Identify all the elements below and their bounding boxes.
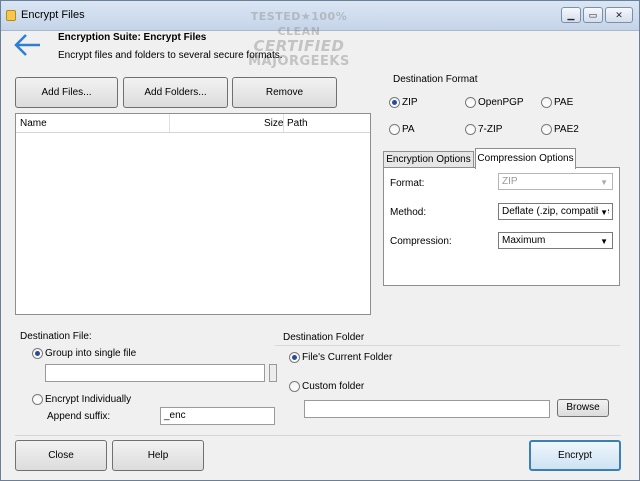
tab-encryption-options[interactable]: Encryption Options [383,151,474,168]
close-button[interactable]: Close [15,440,107,471]
radio-7zip[interactable] [465,124,476,135]
maximize-button[interactable]: ▭ [583,7,603,23]
destination-format-label: Destination Format [391,74,480,85]
radio-pa[interactable] [389,124,400,135]
add-files-button[interactable]: Add Files... [15,77,118,108]
radio-pae2[interactable] [541,124,552,135]
format-dropdown-value: ZIP [502,176,518,187]
destination-file-label: Destination File: [20,331,92,342]
chevron-down-icon: ▼ [598,205,608,219]
column-header-name[interactable]: Name [20,118,47,129]
encrypt-files-window: Encrypt Files TESTED★100% CLEAN CERTIFIE… [0,0,640,481]
single-file-input[interactable] [45,364,265,382]
remove-button[interactable]: Remove [232,77,337,108]
file-list[interactable]: Name Size Path [15,113,371,315]
format-dropdown: ZIP ▼ [498,173,613,190]
method-dropdown-value: Deflate (.zip, compatible [502,206,610,217]
radio-label-pae[interactable]: PAE [554,97,573,108]
page-description: Encrypt files and folders to several sec… [58,50,283,61]
column-header-path[interactable]: Path [287,118,308,129]
footer-divider [15,435,621,436]
watermark-line-1: TESTED★100% CLEAN [250,10,348,38]
encrypt-individually-label[interactable]: Encrypt Individually [45,394,131,405]
column-divider[interactable] [283,114,284,132]
method-label: Method: [390,207,427,218]
column-divider[interactable] [169,114,170,132]
column-header-size[interactable]: Size [264,118,283,129]
custom-folder-input[interactable] [304,400,550,418]
method-dropdown[interactable]: Deflate (.zip, compatible ▼ [498,203,613,220]
list-header: Name Size Path [16,114,370,133]
chevron-down-icon: ▼ [600,178,608,187]
add-folders-button[interactable]: Add Folders... [123,77,228,108]
custom-folder-label[interactable]: Custom folder [302,381,364,392]
append-suffix-label: Append suffix: [47,411,111,422]
window-title: Encrypt Files [21,9,85,21]
back-arrow-icon[interactable] [13,31,43,59]
suffix-input[interactable]: _enc [160,407,275,425]
help-button[interactable]: Help [112,440,204,471]
title-bar[interactable]: Encrypt Files TESTED★100% CLEAN CERTIFIE… [1,1,639,69]
radio-group-single-file[interactable] [32,348,43,359]
browse-button[interactable]: Browse [557,399,609,417]
radio-label-7zip[interactable]: 7-ZIP [478,124,502,135]
radio-encrypt-individually[interactable] [32,394,43,405]
page-title: Encryption Suite: Encrypt Files [58,32,207,43]
current-folder-label[interactable]: File's Current Folder [302,352,392,363]
group-single-file-label[interactable]: Group into single file [45,348,136,359]
radio-openpgp[interactable] [465,97,476,108]
radio-label-pae2[interactable]: PAE2 [554,124,579,135]
close-window-button[interactable]: ✕ [605,7,633,23]
destination-format-group [384,79,620,145]
radio-zip[interactable] [389,97,400,108]
radio-custom-folder[interactable] [289,381,300,392]
radio-pae[interactable] [541,97,552,108]
radio-label-openpgp[interactable]: OpenPGP [478,97,524,108]
radio-label-zip[interactable]: ZIP [402,97,418,108]
app-icon [6,10,16,21]
minimize-button[interactable]: ▁ [561,7,581,23]
radio-label-pa[interactable]: PA [402,124,415,135]
format-label: Format: [390,178,425,189]
compression-label: Compression: [390,236,452,247]
destination-folder-label: Destination Folder [283,332,365,343]
tab-compression-options[interactable]: Compression Options [475,148,576,169]
encrypt-button[interactable]: Encrypt [529,440,621,471]
chevron-down-icon: ▼ [600,237,608,246]
radio-current-folder[interactable] [289,352,300,363]
compression-dropdown-value: Maximum [502,235,546,246]
compression-dropdown[interactable]: Maximum ▼ [498,232,613,249]
